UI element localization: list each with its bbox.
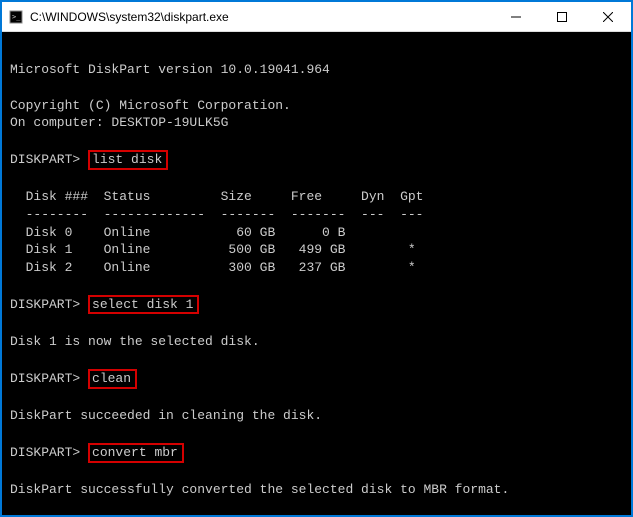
prompt-line-2: DISKPART> select disk 1 bbox=[10, 295, 623, 315]
prompt-label: DISKPART> bbox=[10, 297, 80, 312]
table-header: Disk ### Status Size Free Dyn Gpt bbox=[10, 188, 623, 206]
window-title: C:\WINDOWS\system32\diskpart.exe bbox=[30, 10, 493, 24]
minimize-icon bbox=[511, 12, 521, 22]
prompt-label: DISKPART> bbox=[10, 445, 80, 460]
prompt-label: DISKPART> bbox=[10, 152, 80, 167]
message-converted: DiskPart successfully converted the sele… bbox=[10, 481, 623, 499]
prompt-line-4: DISKPART> convert mbr bbox=[10, 443, 623, 463]
table-row: Disk 0 Online 60 GB 0 B bbox=[10, 224, 623, 242]
table-row: Disk 1 Online 500 GB 499 GB * bbox=[10, 241, 623, 259]
command-select-disk: select disk 1 bbox=[88, 295, 199, 315]
close-button[interactable] bbox=[585, 2, 631, 31]
window-titlebar: >_ C:\WINDOWS\system32\diskpart.exe bbox=[2, 2, 631, 32]
app-icon: >_ bbox=[8, 9, 24, 25]
command-convert-mbr: convert mbr bbox=[88, 443, 184, 463]
maximize-button[interactable] bbox=[539, 2, 585, 31]
command-list-disk: list disk bbox=[88, 150, 168, 170]
svg-text:>_: >_ bbox=[12, 13, 21, 21]
message-cleaned: DiskPart succeeded in cleaning the disk. bbox=[10, 407, 623, 425]
close-icon bbox=[603, 12, 613, 22]
message-selected: Disk 1 is now the selected disk. bbox=[10, 333, 623, 351]
copyright-text: Copyright (C) Microsoft Corporation. bbox=[10, 97, 623, 115]
version-text: Microsoft DiskPart version 10.0.19041.96… bbox=[10, 61, 623, 79]
maximize-icon bbox=[557, 12, 567, 22]
window-controls bbox=[493, 2, 631, 31]
table-row: Disk 2 Online 300 GB 237 GB * bbox=[10, 259, 623, 277]
prompt-line-1: DISKPART> list disk bbox=[10, 150, 623, 170]
table-divider: -------- ------------- ------- ------- -… bbox=[10, 206, 623, 224]
command-clean: clean bbox=[88, 369, 137, 389]
terminal-output: Microsoft DiskPart version 10.0.19041.96… bbox=[2, 32, 631, 515]
minimize-button[interactable] bbox=[493, 2, 539, 31]
prompt-label: DISKPART> bbox=[10, 371, 80, 386]
prompt-line-3: DISKPART> clean bbox=[10, 369, 623, 389]
computer-text: On computer: DESKTOP-19ULK5G bbox=[10, 114, 623, 132]
